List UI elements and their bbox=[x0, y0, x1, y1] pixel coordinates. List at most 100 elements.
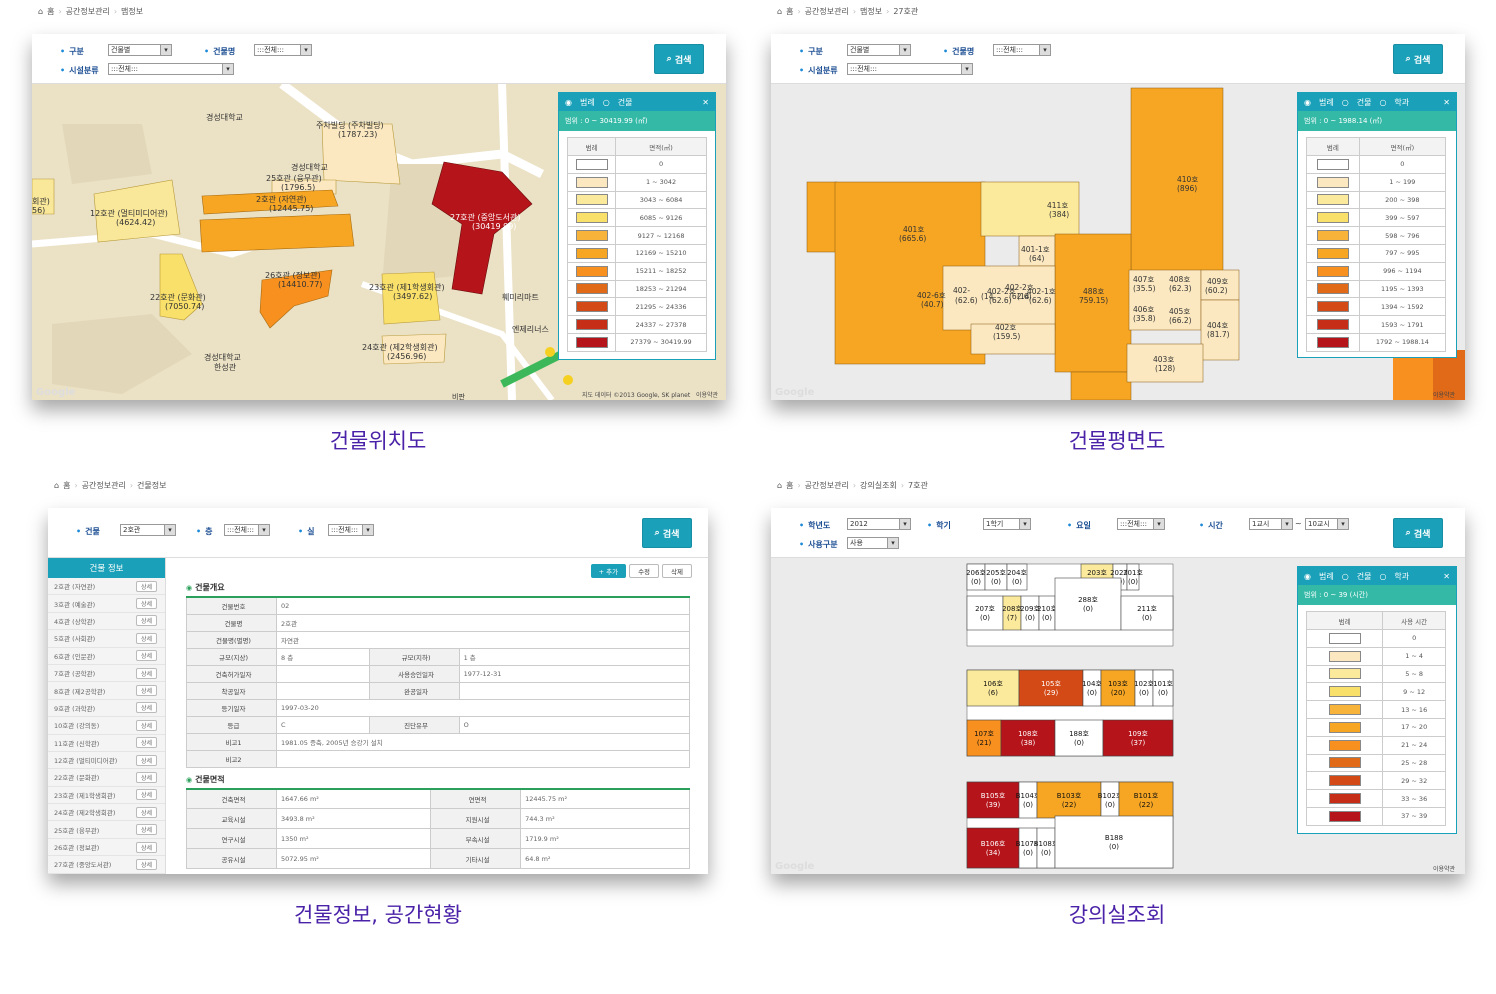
edit-button[interactable]: 수정 bbox=[629, 564, 660, 578]
home-icon[interactable]: ⌂ bbox=[38, 7, 43, 16]
home-icon[interactable]: ⌂ bbox=[777, 481, 782, 490]
legend-tab[interactable]: 범례 bbox=[1319, 97, 1334, 108]
search-button[interactable]: ⌕ 검색 bbox=[1393, 518, 1443, 548]
breadcrumb-item[interactable]: 공간정보관리 bbox=[82, 480, 126, 491]
search-button[interactable]: ⌕ 검색 bbox=[654, 44, 704, 74]
breadcrumb-item[interactable]: 7호관 bbox=[908, 480, 928, 491]
classroom-box[interactable] bbox=[1054, 577, 1122, 631]
breadcrumb-item[interactable]: 공간정보관리 bbox=[66, 6, 110, 17]
classroom-box[interactable] bbox=[1018, 827, 1038, 869]
classroom-box[interactable] bbox=[1118, 781, 1174, 819]
sidebar-item[interactable]: 6호관 (인문관) 상세 bbox=[48, 648, 165, 665]
delete-button[interactable]: 삭제 bbox=[662, 564, 692, 578]
add-button[interactable]: + 추가 bbox=[590, 564, 627, 578]
classroom-box[interactable] bbox=[1054, 815, 1174, 869]
legend-tab[interactable]: 건물 bbox=[1357, 97, 1372, 108]
detail-button[interactable]: 상세 bbox=[135, 771, 157, 783]
legend-tab[interactable]: 건물 bbox=[1357, 571, 1372, 582]
gubun-select[interactable]: 건물별 bbox=[108, 44, 172, 56]
search-button[interactable]: ⌕ 검색 bbox=[1393, 44, 1443, 74]
classroom-box[interactable] bbox=[966, 669, 1020, 707]
detail-button[interactable]: 상세 bbox=[135, 824, 157, 836]
sidebar-item[interactable]: 8호관 (제2공학관) 상세 bbox=[48, 682, 165, 700]
day-select[interactable]: :::전체::: bbox=[1117, 518, 1165, 530]
home-icon[interactable]: ⌂ bbox=[777, 7, 782, 16]
radio-icon[interactable]: ◉ bbox=[1304, 572, 1311, 581]
sidebar-item[interactable]: 5호관 (사회관) 상세 bbox=[48, 630, 165, 648]
detail-button[interactable]: 상세 bbox=[135, 719, 157, 731]
sidebar-item[interactable]: 9호관 (과학관) 상세 bbox=[48, 700, 165, 718]
classroom-box[interactable] bbox=[1126, 563, 1140, 591]
terms-link[interactable]: 이용약관 bbox=[1433, 390, 1455, 399]
classroom-box[interactable] bbox=[1000, 719, 1056, 757]
legend-tab[interactable]: 건물 bbox=[618, 97, 633, 108]
close-icon[interactable]: ✕ bbox=[1443, 572, 1450, 581]
close-icon[interactable]: ✕ bbox=[1443, 98, 1450, 107]
sidebar-item[interactable]: 10호관 (강의동) 상세 bbox=[48, 717, 165, 735]
sidebar-item[interactable]: 22호관 (문화관) 상세 bbox=[48, 769, 165, 787]
detail-button[interactable]: 상세 bbox=[135, 702, 157, 714]
term-select[interactable]: 1학기 bbox=[983, 518, 1031, 530]
radio-icon[interactable]: ◉ bbox=[565, 98, 572, 107]
year-select[interactable]: 2012 bbox=[847, 518, 911, 530]
breadcrumb-item[interactable]: 맵정보 bbox=[860, 6, 882, 17]
detail-button[interactable]: 상세 bbox=[135, 737, 157, 749]
facility-select[interactable]: :::전체::: bbox=[847, 63, 973, 75]
sidebar-item[interactable]: 27호관 (중앙도서관) 상세 bbox=[48, 856, 165, 874]
sidebar-item[interactable]: 3호관 (예술관) 상세 bbox=[48, 595, 165, 613]
room-select[interactable]: :::전체::: bbox=[328, 524, 374, 536]
building-select[interactable]: :::전체::: bbox=[993, 44, 1051, 56]
classroom-box[interactable] bbox=[1020, 595, 1040, 631]
radio-icon[interactable]: ○ bbox=[1379, 98, 1386, 107]
sidebar-item[interactable]: 11호관 (신학관) 상세 bbox=[48, 735, 165, 752]
home-icon[interactable]: ⌂ bbox=[54, 481, 59, 490]
classroom-box[interactable] bbox=[1100, 781, 1120, 819]
radio-icon[interactable]: ◉ bbox=[1304, 98, 1311, 107]
breadcrumb-item[interactable]: 강의실조회 bbox=[860, 480, 897, 491]
detail-button[interactable]: 상세 bbox=[135, 615, 157, 627]
detail-button[interactable]: 상세 bbox=[135, 841, 157, 853]
breadcrumb-item[interactable]: 27호관 bbox=[893, 6, 918, 17]
breadcrumb-home[interactable]: 홈 bbox=[47, 6, 54, 17]
classroom-box[interactable] bbox=[1082, 669, 1102, 707]
building-select[interactable]: 2호관 bbox=[120, 524, 176, 536]
classroom-map[interactable]: 206호(0)205호(0)204호(0)203호(8)202호(0)201호(… bbox=[771, 558, 1465, 874]
terms-link[interactable]: 이용약관 bbox=[696, 390, 718, 399]
breadcrumb-item[interactable]: 맵정보 bbox=[121, 6, 143, 17]
building-select[interactable]: :::전체::: bbox=[254, 44, 312, 56]
detail-button[interactable]: 상세 bbox=[135, 598, 157, 610]
detail-button[interactable]: 상세 bbox=[135, 754, 157, 766]
detail-button[interactable]: 상세 bbox=[135, 789, 157, 801]
detail-button[interactable]: 상세 bbox=[135, 667, 157, 679]
search-button[interactable]: ⌕ 검색 bbox=[642, 518, 692, 548]
breadcrumb-item[interactable]: 건물정보 bbox=[137, 480, 166, 491]
detail-button[interactable]: 상세 bbox=[135, 580, 157, 592]
legend-tab[interactable]: 학과 bbox=[1394, 97, 1409, 108]
detail-button[interactable]: 상세 bbox=[135, 858, 157, 870]
classroom-box[interactable] bbox=[1036, 827, 1056, 869]
classroom-box[interactable] bbox=[1038, 595, 1056, 631]
classroom-box[interactable] bbox=[1134, 669, 1154, 707]
classroom-box[interactable] bbox=[1018, 669, 1084, 707]
breadcrumb-home[interactable]: 홈 bbox=[786, 6, 793, 17]
time-from-select[interactable]: 1교시 bbox=[1249, 518, 1293, 530]
classroom-box[interactable] bbox=[1018, 781, 1038, 819]
classroom-box[interactable] bbox=[966, 827, 1020, 869]
close-icon[interactable]: ✕ bbox=[702, 98, 709, 107]
floor-plan-map[interactable]: 410호 (896) 411호 (384) 401호 (665.6) 401-1… bbox=[771, 84, 1465, 400]
classroom-box[interactable] bbox=[1002, 595, 1022, 631]
breadcrumb-home[interactable]: 홈 bbox=[63, 480, 70, 491]
sidebar-item[interactable]: 2호관 (자연관) 상세 bbox=[48, 578, 165, 596]
classroom-box[interactable] bbox=[1152, 669, 1174, 707]
classroom-box[interactable] bbox=[1120, 595, 1174, 631]
classroom-box[interactable] bbox=[1102, 719, 1174, 757]
detail-button[interactable]: 상세 bbox=[135, 632, 157, 644]
classroom-box[interactable] bbox=[966, 595, 1004, 631]
classroom-box[interactable] bbox=[1036, 781, 1102, 819]
radio-icon[interactable]: ○ bbox=[603, 98, 610, 107]
facility-select[interactable]: :::전체::: bbox=[108, 63, 234, 75]
classroom-box[interactable] bbox=[984, 563, 1008, 591]
sidebar-item[interactable]: 4호관 (상학관) 상세 bbox=[48, 613, 165, 631]
classroom-box[interactable] bbox=[1100, 669, 1136, 707]
breadcrumb-home[interactable]: 홈 bbox=[786, 480, 793, 491]
